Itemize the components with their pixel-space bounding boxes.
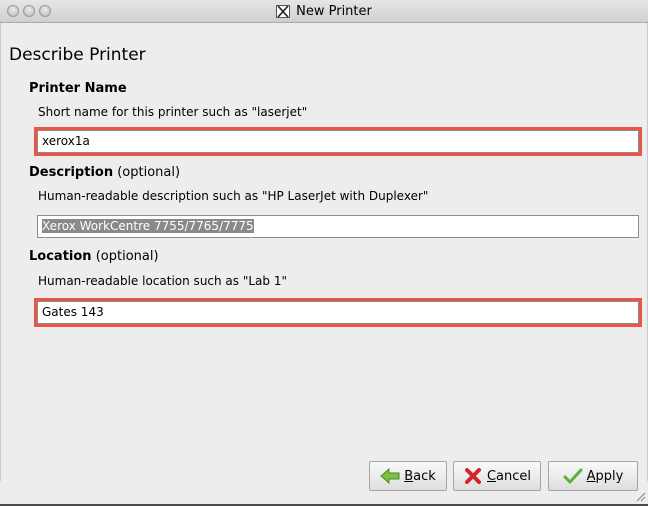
arrow-left-icon [380, 467, 400, 485]
window-title: New Printer [296, 3, 372, 19]
description-label: Description [29, 165, 114, 180]
description-optional: (optional) [117, 165, 181, 180]
location-value: Gates 143 [42, 305, 104, 319]
printer-name-hint: Short name for this printer such as "las… [38, 105, 308, 119]
apply-button[interactable]: Apply [548, 461, 638, 491]
description-input[interactable]: Xerox WorkCentre 7755/7765/7775 [37, 215, 639, 238]
apply-label: Apply [586, 468, 624, 484]
cancel-button[interactable]: Cancel [453, 461, 541, 491]
dialog-content: Describe Printer Printer Name Short name… [0, 23, 648, 481]
location-label-row: Location (optional) [29, 249, 159, 264]
resize-grip-icon[interactable] [634, 490, 646, 502]
title-wrap: New Printer [0, 0, 648, 22]
x11-icon [276, 4, 291, 18]
printer-name-value: xerox1a [42, 134, 90, 148]
new-printer-window: New Printer Describe Printer Printer Nam… [0, 0, 648, 504]
back-button[interactable]: Back [369, 461, 447, 491]
green-check-icon [563, 468, 583, 484]
back-label: Back [404, 468, 436, 484]
location-optional: (optional) [95, 249, 159, 264]
title-bar: New Printer [0, 0, 648, 23]
description-hint: Human-readable description such as "HP L… [38, 189, 429, 203]
printer-name-input[interactable]: xerox1a [34, 127, 642, 156]
cancel-label: Cancel [486, 468, 532, 484]
location-label: Location [29, 249, 92, 264]
page-title: Describe Printer [9, 45, 146, 65]
location-input[interactable]: Gates 143 [34, 298, 642, 327]
red-x-icon [463, 468, 483, 484]
location-hint: Human-readable location such as "Lab 1" [38, 274, 287, 288]
description-label-row: Description (optional) [29, 165, 180, 180]
description-value: Xerox WorkCentre 7755/7765/7775 [42, 219, 254, 233]
printer-name-label: Printer Name [29, 81, 127, 96]
